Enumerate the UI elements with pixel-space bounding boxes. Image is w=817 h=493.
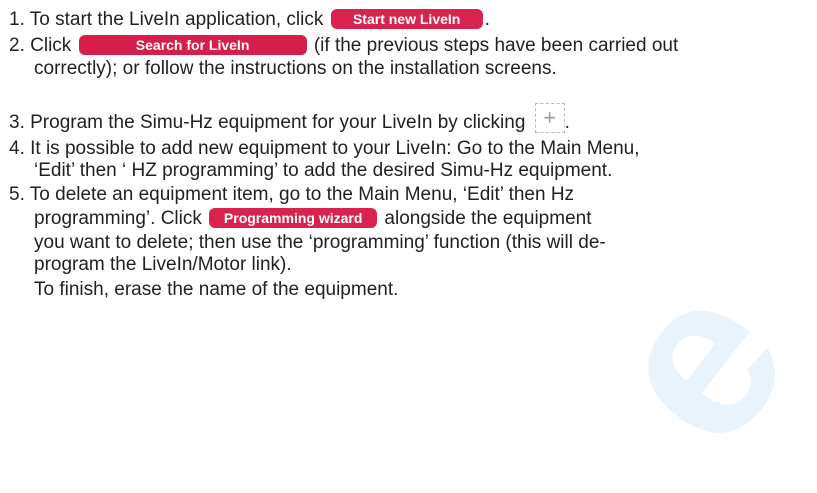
step-2-text: 2. Click xyxy=(9,35,77,56)
search-for-livein-button[interactable]: Search for LiveIn xyxy=(78,34,307,55)
step-4-line-2: ‘Edit’ then ‘ HZ programming’ to add the… xyxy=(34,160,613,181)
step-3-text: 3. Program the Simu-Hz equipment for you… xyxy=(9,112,531,133)
watermark: e xyxy=(555,234,817,491)
programming-wizard-button[interactable]: Programming wizard xyxy=(209,207,378,228)
add-equipment-icon[interactable]: + xyxy=(534,102,565,133)
step-5-text-end: alongside the equipment xyxy=(379,208,592,229)
step-4: 4. It is possible to add new equipment t… xyxy=(9,138,640,159)
step-2-line-2: correctly); or follow the instructions o… xyxy=(34,58,557,79)
step-5: 5. To delete an equipment item, go to th… xyxy=(9,184,575,205)
step-2-text-end: (if the previous steps have been carried… xyxy=(308,35,679,56)
plus-icon: + xyxy=(543,104,557,130)
step-5-line-5: To finish, erase the name of the equipme… xyxy=(34,279,399,300)
step-5-line-2: programming’. Click Programming wizard a… xyxy=(34,207,592,230)
step-5-line-4: program the LiveIn/Motor link). xyxy=(34,254,292,275)
step-5-text: programming’. Click xyxy=(34,208,208,229)
step-5-line-3: you want to delete; then use the ‘progra… xyxy=(34,232,606,253)
step-1-text: 1. To start the LiveIn application, clic… xyxy=(9,9,329,30)
step-1: 1. To start the LiveIn application, clic… xyxy=(9,8,490,31)
start-new-livein-button[interactable]: Start new LiveIn xyxy=(330,8,483,29)
step-1-end: . xyxy=(484,9,490,30)
step-3-end: . xyxy=(564,112,570,133)
step-2: 2. Click Search for LiveIn (if the previ… xyxy=(9,34,679,57)
step-3: 3. Program the Simu-Hz equipment for you… xyxy=(9,102,570,134)
